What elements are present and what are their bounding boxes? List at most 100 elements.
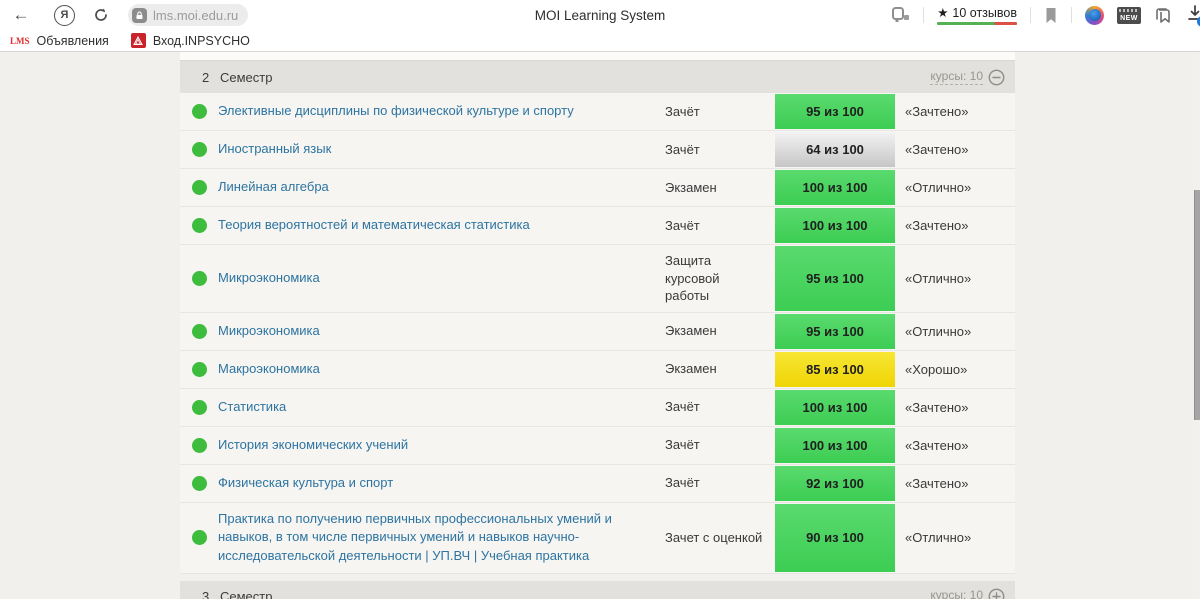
back-button[interactable]: ← (6, 5, 36, 25)
collections-icon[interactable] (1154, 7, 1173, 24)
course-link[interactable]: Линейная алгебра (218, 169, 665, 206)
course-row: Микроэкономика Экзамен 95 из 100 «Отличн… (180, 312, 1015, 351)
new-movies-extension-icon[interactable]: NEW (1117, 6, 1141, 24)
bookmark-flag-icon[interactable] (1044, 7, 1058, 24)
course-link[interactable]: Практика по получению первичных професси… (218, 503, 665, 574)
url-text: lms.moi.edu.ru (153, 7, 239, 23)
yandex-browser-icon[interactable]: Я (54, 4, 75, 26)
reviews-label: 10 отзывов (952, 5, 1017, 20)
semester-3-header: 3 Семестр курсы: 10 (180, 581, 1015, 599)
status-dot-icon (191, 180, 207, 195)
grade-text: «Зачтено» (905, 437, 969, 453)
semester-2-header: 2 Семестр курсы: 10 (180, 61, 1015, 93)
semester-title: Семестр (220, 588, 273, 599)
collapse-icon[interactable] (988, 69, 1005, 86)
bookmarks-bar: LMS Объявления Вход.INPSYCHO (0, 30, 1200, 52)
assessment-type: Зачет с оценкой (665, 530, 763, 546)
grade-text: «Зачтено» (905, 399, 969, 415)
course-link[interactable]: Физическая культура и спорт (218, 465, 665, 502)
grade-text: «Отлично» (905, 323, 972, 339)
status-dot-icon (191, 323, 207, 339)
site-reviews-widget[interactable]: ★ 10 отзывов (937, 5, 1017, 25)
courses-count-link[interactable]: курсы: 10 (930, 588, 983, 599)
previous-section-row-edge (180, 52, 1015, 61)
course-link[interactable]: Статистика (218, 389, 665, 426)
semester-title: Семестр (220, 69, 273, 85)
inpsycho-favicon (130, 33, 146, 48)
score-badge: 95 из 100 (775, 313, 895, 349)
course-row: Макроэкономика Экзамен 85 из 100 «Хорошо… (180, 350, 1015, 389)
status-dot-icon (191, 142, 207, 157)
course-row: История экономических учений Зачёт 100 и… (180, 426, 1015, 465)
grade-text: «Отлично» (905, 180, 972, 195)
score-badge: 64 из 100 (775, 132, 895, 167)
site-widgets-icon[interactable] (892, 7, 910, 23)
scrollbar-thumb[interactable] (1193, 190, 1200, 420)
course-row: Микроэкономика Защита курсовой работы 95… (180, 245, 1015, 313)
course-link[interactable]: Микроэкономика (218, 245, 665, 312)
status-dot-icon (191, 437, 207, 453)
score-badge: 100 из 100 (775, 170, 895, 205)
course-link[interactable]: Микроэкономика (218, 313, 665, 350)
course-link[interactable]: Элективные дисциплины по физической куль… (218, 93, 665, 130)
status-dot-icon (191, 399, 207, 415)
assessment-type: Зачёт (665, 103, 700, 119)
course-link[interactable]: Макроэкономика (218, 351, 665, 388)
status-dot-icon (191, 270, 207, 286)
course-row: Практика по получению первичных професси… (180, 502, 1015, 575)
score-badge: 100 из 100 (775, 389, 895, 425)
extension-sphere-icon[interactable] (1085, 5, 1104, 25)
grade-text: «Зачтено» (905, 218, 969, 233)
bookmark-announcements[interactable]: LMS Объявления (10, 34, 109, 48)
bookmark-label: Вход.INPSYCHO (152, 33, 250, 48)
assessment-type: Защита курсовой работы (665, 253, 720, 304)
course-link[interactable]: Иностранный язык (218, 131, 665, 168)
toolbar-separator (1030, 7, 1031, 23)
assessment-type: Зачёт (665, 399, 700, 415)
semester-number: 2 (202, 69, 210, 85)
grade-text: «Зачтено» (905, 475, 969, 491)
star-icon: ★ (937, 6, 949, 20)
address-bar[interactable]: lms.moi.edu.ru (128, 4, 249, 26)
bookmark-label: Объявления (36, 33, 109, 48)
course-row: Статистика Зачёт 100 из 100 «Зачтено» (180, 388, 1015, 427)
course-row: Теория вероятностей и математическая ста… (180, 207, 1015, 245)
assessment-type: Экзамен (665, 361, 717, 377)
status-dot-icon (191, 218, 207, 233)
course-row: Линейная алгебра Экзамен 100 из 100 «Отл… (180, 169, 1015, 207)
grade-text: «Отлично» (905, 530, 972, 546)
assessment-type: Экзамен (665, 179, 717, 195)
refresh-button[interactable] (88, 7, 114, 23)
courses-count-link[interactable]: курсы: 10 (930, 69, 983, 85)
status-dot-icon (191, 104, 207, 119)
sphere-core (1088, 9, 1101, 21)
expand-icon[interactable] (988, 588, 1005, 599)
score-badge: 90 из 100 (775, 503, 895, 573)
browser-toolbar: ← Я lms.moi.edu.ru MOI Learning System ★… (0, 0, 1200, 30)
score-badge: 92 из 100 (775, 465, 895, 501)
status-dot-icon (191, 530, 207, 546)
course-link[interactable]: Теория вероятностей и математическая ста… (218, 207, 665, 244)
score-badge: 100 из 100 (775, 427, 895, 463)
status-dot-icon (191, 361, 207, 377)
downloads-button[interactable]: 2 (1186, 4, 1200, 27)
grade-text: «Хорошо» (905, 361, 968, 377)
reviews-rating-bar (937, 22, 1017, 25)
grade-text: «Зачтено» (905, 142, 969, 157)
grade-text: «Отлично» (905, 270, 972, 286)
score-badge: 95 из 100 (775, 94, 895, 129)
score-badge: 95 из 100 (775, 246, 895, 311)
lms-favicon: LMS (10, 35, 30, 46)
scrollbar-track[interactable] (1193, 52, 1200, 599)
refresh-icon (95, 8, 107, 21)
lock-icon[interactable] (132, 7, 147, 23)
score-badge: 100 из 100 (775, 208, 895, 243)
courses-table: Элективные дисциплины по физической куль… (180, 93, 1015, 575)
toolbar-separator (923, 7, 925, 23)
course-row: Иностранный язык Зачёт 64 из 100 «Зачтен… (180, 131, 1015, 169)
lms-page: 2 Семестр курсы: 10 Элективные дисциплин… (0, 52, 1200, 599)
bookmark-inpsycho-login[interactable]: Вход.INPSYCHO (130, 33, 250, 48)
assessment-type: Экзамен (665, 323, 717, 339)
course-link[interactable]: История экономических учений (218, 427, 665, 464)
